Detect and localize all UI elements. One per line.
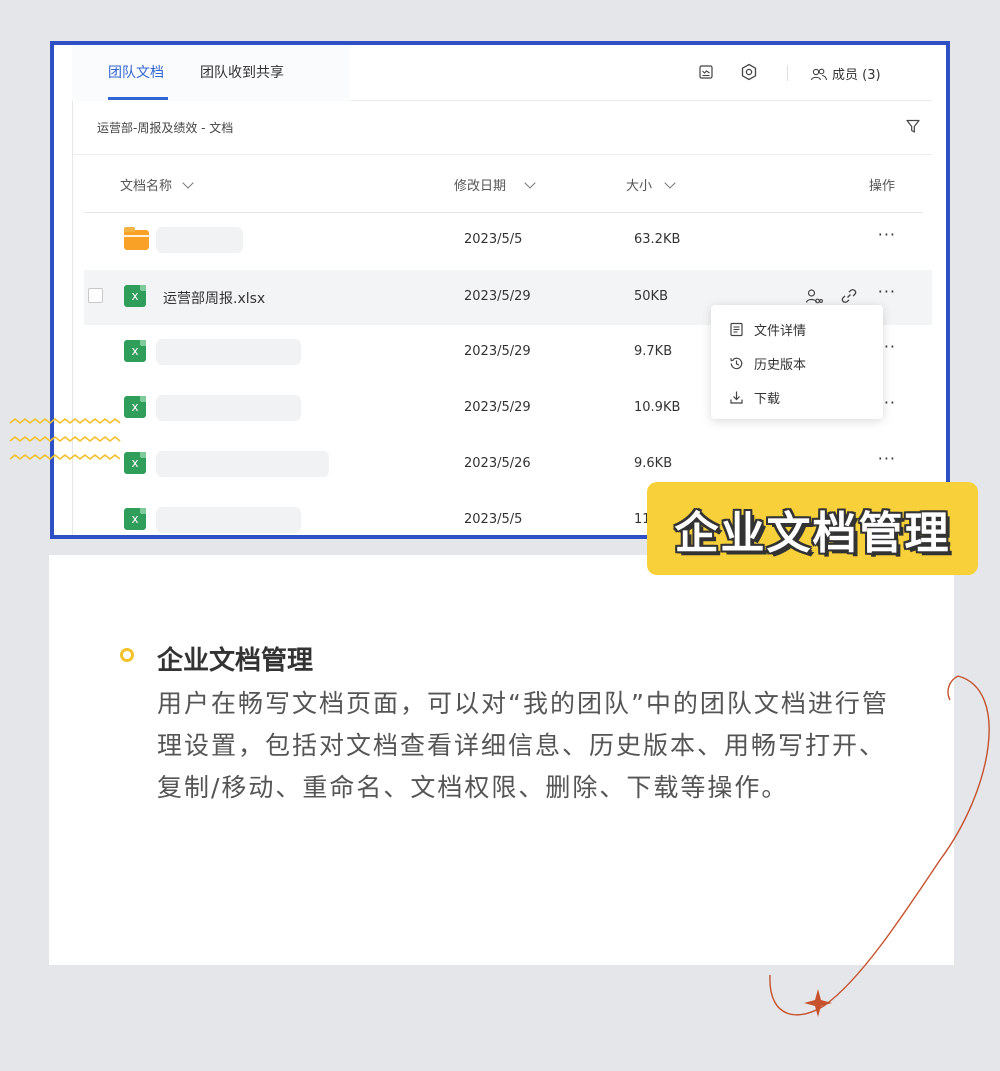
row-checkbox[interactable]	[88, 288, 103, 303]
table-row[interactable]: 2023/5/5 63.2KB ···	[84, 213, 932, 268]
row-date: 2023/5/29	[464, 344, 531, 359]
chevron-down-icon	[664, 176, 676, 189]
redacted-filename	[156, 507, 301, 533]
card-title: 企业文档管理	[157, 646, 314, 676]
row-size: 9.7KB	[634, 344, 673, 359]
redacted-filename	[156, 395, 301, 421]
settings-icon[interactable]	[738, 61, 760, 83]
excel-file-icon: x	[124, 452, 146, 474]
redacted-filename	[156, 339, 301, 365]
file-name: 运营部周报.xlsx	[163, 291, 266, 307]
menu-item-download[interactable]: 下载	[729, 385, 780, 409]
excel-file-icon: x	[124, 340, 146, 362]
chevron-down-icon	[182, 176, 194, 189]
toolbar-separator	[787, 65, 788, 81]
members-label: 成员 (3)	[832, 68, 881, 83]
row-size: 50KB	[634, 289, 668, 304]
menu-item-label: 文件详情	[754, 323, 807, 339]
filter-icon[interactable]	[904, 117, 924, 137]
column-size-label: 大小	[626, 179, 653, 194]
feature-badge: 企业文档管理	[647, 482, 978, 575]
chevron-down-icon	[524, 176, 536, 189]
share-members-icon[interactable]	[803, 285, 825, 307]
excel-file-icon: x	[124, 396, 146, 418]
redacted-filename	[156, 451, 329, 477]
folder-icon	[124, 227, 149, 250]
members-icon	[810, 68, 828, 80]
column-modified-label: 修改日期	[454, 179, 507, 194]
sparkle-icon	[804, 989, 832, 1017]
row-size: 63.2KB	[634, 232, 681, 247]
row-context-menu: 文件详情 历史版本 下载	[711, 305, 883, 419]
document-icon	[730, 322, 743, 336]
row-date: 2023/5/29	[464, 400, 531, 415]
column-header-name[interactable]: 文档名称	[120, 175, 194, 194]
members-button[interactable]: 成员 (3)	[810, 64, 881, 83]
row-date: 2023/5/5	[464, 512, 523, 527]
history-icon	[730, 357, 743, 369]
document-panel: 团队文档 团队收到共享 成员 (3) 运营部-周报及绩效 - 文档 文档名称 修…	[72, 45, 932, 535]
download-icon	[730, 391, 743, 404]
menu-item-label: 历史版本	[754, 357, 807, 373]
menu-item-history[interactable]: 历史版本	[729, 351, 806, 375]
table-header: 文档名称 修改日期 大小 操作	[84, 155, 922, 213]
more-options-icon[interactable]: ···	[878, 449, 896, 468]
active-tab-indicator	[108, 97, 168, 100]
screenshot-frame: 团队文档 团队收到共享 成员 (3) 运营部-周报及绩效 - 文档 文档名称 修…	[50, 41, 950, 539]
tab-team-docs[interactable]: 团队文档	[108, 62, 164, 82]
card-description: 用户在畅写文档页面，可以对“我的团队”中的团队文档进行管理设置，包括对文档查看详…	[157, 689, 889, 802]
summary-icon[interactable]	[695, 61, 717, 83]
breadcrumb-bar: 运营部-周报及绩效 - 文档	[72, 101, 932, 155]
panel-divider	[72, 101, 73, 535]
tab-team-shared[interactable]: 团队收到共享	[200, 62, 284, 82]
row-date: 2023/5/5	[464, 232, 523, 247]
row-size: 9.6KB	[634, 456, 673, 471]
redacted-filename	[156, 227, 243, 253]
link-icon[interactable]	[838, 285, 860, 307]
menu-item-file-details[interactable]: 文件详情	[729, 317, 806, 341]
column-name-label: 文档名称	[120, 179, 173, 194]
more-options-icon[interactable]: ···	[878, 282, 896, 301]
column-header-size[interactable]: 大小	[626, 175, 676, 194]
feature-badge-text: 企业文档管理	[674, 507, 951, 559]
excel-file-icon: x	[124, 285, 146, 307]
description-card: 企业文档管理 用户在畅写文档页面，可以对“我的团队”中的团队文档进行管理设置，包…	[49, 555, 954, 965]
row-date: 2023/5/26	[464, 456, 531, 471]
row-size: 10.9KB	[634, 400, 681, 415]
excel-file-icon: x	[124, 508, 146, 530]
column-header-modified[interactable]: 修改日期	[454, 175, 536, 194]
column-header-actions: 操作	[869, 179, 896, 194]
breadcrumb: 运营部-周报及绩效 - 文档	[97, 121, 234, 135]
tab-bar: 团队文档 团队收到共享 成员 (3)	[72, 45, 932, 101]
more-options-icon[interactable]: ···	[878, 225, 896, 244]
bullet-icon	[120, 648, 134, 662]
row-date: 2023/5/29	[464, 289, 531, 304]
menu-item-label: 下载	[754, 391, 781, 407]
